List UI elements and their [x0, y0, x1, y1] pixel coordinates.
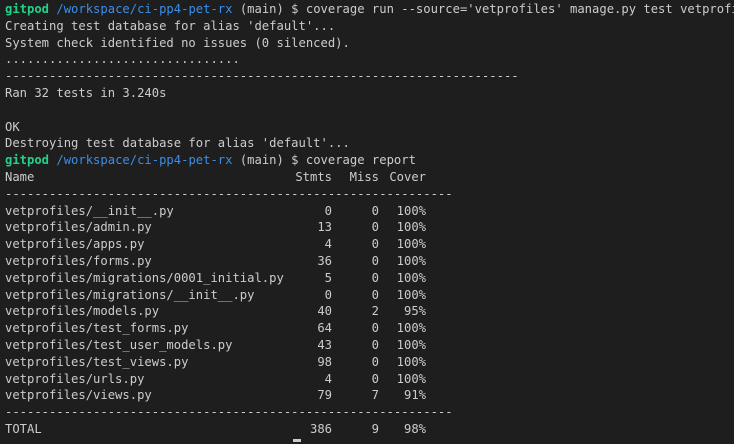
report-header-row: Name Stmts Miss Cover — [5, 169, 734, 186]
row-cover: 100% — [396, 321, 426, 336]
output-separator: ----------------------------------------… — [5, 69, 519, 84]
header-name: Name — [5, 169, 35, 184]
row-stmts: 98 — [317, 354, 332, 369]
row-cover: 100% — [396, 371, 426, 386]
row-name: vetprofiles/test_views.py — [5, 354, 189, 369]
row-name: vetprofiles/test_forms.py — [5, 321, 189, 336]
command-prompt-line: gitpod /workspace/ci-pp4-pet-rx (main) $… — [5, 152, 734, 169]
prompt-user: gitpod — [5, 2, 50, 16]
row-cover: 100% — [396, 220, 426, 235]
table-row: vetprofiles/test_views.py 98 0 100% — [5, 354, 734, 371]
terminal-cursor — [293, 439, 301, 442]
header-miss: Miss — [349, 169, 379, 184]
row-name: vetprofiles/admin.py — [5, 220, 152, 235]
row-stmts: 0 — [324, 287, 332, 302]
row-stmts: 36 — [317, 253, 332, 268]
header-stmts: Stmts — [295, 169, 332, 184]
row-cover: 100% — [396, 337, 426, 352]
output-line-dots: ................................ — [5, 52, 240, 67]
prompt-path: /workspace/ci-pp4-pet-rx — [56, 2, 233, 16]
output-line-destroying: Destroying test database for alias 'defa… — [5, 136, 350, 151]
row-miss: 0 — [371, 220, 379, 235]
row-miss: 0 — [371, 371, 379, 386]
row-cover: 100% — [396, 203, 426, 218]
header-cover: Cover — [389, 169, 426, 184]
row-cover: 100% — [396, 253, 426, 268]
row-stmts: 5 — [324, 270, 332, 285]
table-row: vetprofiles/test_user_models.py 43 0 100… — [5, 337, 734, 354]
output-line-system-check: System check identified no issues (0 sil… — [5, 35, 350, 50]
total-row: TOTAL 386 9 98% — [5, 421, 734, 438]
row-stmts: 4 — [324, 371, 332, 386]
row-stmts: 64 — [317, 321, 332, 336]
row-cover: 91% — [403, 388, 426, 403]
row-cover: 100% — [396, 237, 426, 252]
row-miss: 0 — [371, 287, 379, 302]
table-row: vetprofiles/migrations/0001_initial.py 5… — [5, 270, 734, 287]
prompt-path: /workspace/ci-pp4-pet-rx — [56, 153, 233, 168]
row-stmts: 0 — [324, 203, 332, 218]
report-separator: ----------------------------------------… — [5, 186, 453, 201]
terminal-output[interactable]: gitpod /workspace/ci-pp4-pet-rx (main) $… — [0, 0, 734, 444]
row-stmts: 4 — [324, 237, 332, 252]
row-stmts: 40 — [317, 304, 332, 319]
command-text: (main) $ coverage report — [232, 153, 416, 168]
row-name: vetprofiles/migrations/0001_initial.py — [5, 270, 284, 285]
table-row: vetprofiles/__init__.py 0 0 100% — [5, 203, 734, 220]
row-name: vetprofiles/__init__.py — [5, 203, 174, 218]
row-miss: 0 — [371, 203, 379, 218]
row-name: vetprofiles/migrations/__init__.py — [5, 287, 255, 302]
command-prompt-line: gitpod /workspace/ci-pp4-pet-rx (main) $… — [5, 1, 734, 18]
row-miss: 0 — [371, 337, 379, 352]
table-row: vetprofiles/admin.py 13 0 100% — [5, 219, 734, 236]
row-stmts: 79 — [317, 388, 332, 403]
row-miss: 0 — [371, 321, 379, 336]
table-row: vetprofiles/views.py 79 7 91% — [5, 387, 734, 404]
table-row: vetprofiles/forms.py 36 0 100% — [5, 253, 734, 270]
row-name: vetprofiles/apps.py — [5, 237, 145, 252]
row-miss: 0 — [371, 237, 379, 252]
table-row: vetprofiles/migrations/__init__.py 0 0 1… — [5, 287, 734, 304]
row-miss: 0 — [371, 270, 379, 285]
total-cover: 98% — [403, 421, 426, 436]
row-name: vetprofiles/views.py — [5, 388, 152, 403]
table-row: vetprofiles/models.py 40 2 95% — [5, 303, 734, 320]
total-name: TOTAL — [5, 421, 42, 436]
row-stmts: 43 — [317, 337, 332, 352]
row-miss: 0 — [371, 354, 379, 369]
table-row: vetprofiles/urls.py 4 0 100% — [5, 371, 734, 388]
row-name: vetprofiles/forms.py — [5, 253, 152, 268]
table-row: vetprofiles/apps.py 4 0 100% — [5, 236, 734, 253]
row-cover: 100% — [396, 287, 426, 302]
total-stmts: 386 — [309, 421, 332, 436]
output-line-ok: OK — [5, 119, 20, 134]
row-cover: 100% — [396, 270, 426, 285]
output-line-creating: Creating test database for alias 'defaul… — [5, 18, 336, 33]
row-name: vetprofiles/models.py — [5, 304, 160, 319]
row-cover: 100% — [396, 354, 426, 369]
row-miss: 2 — [371, 304, 379, 319]
row-miss: 7 — [371, 388, 379, 403]
prompt-user: gitpod — [5, 153, 50, 168]
row-name: vetprofiles/test_user_models.py — [5, 337, 233, 352]
report-separator: ----------------------------------------… — [5, 405, 453, 420]
row-miss: 0 — [371, 253, 379, 268]
row-cover: 95% — [403, 304, 426, 319]
row-stmts: 13 — [317, 220, 332, 235]
output-line-ran: Ran 32 tests in 3.240s — [5, 85, 167, 100]
command-text: (main) $ coverage run --source='vetprofi… — [232, 2, 734, 16]
row-name: vetprofiles/urls.py — [5, 371, 145, 386]
total-miss: 9 — [371, 421, 379, 436]
table-row: vetprofiles/test_forms.py 64 0 100% — [5, 320, 734, 337]
